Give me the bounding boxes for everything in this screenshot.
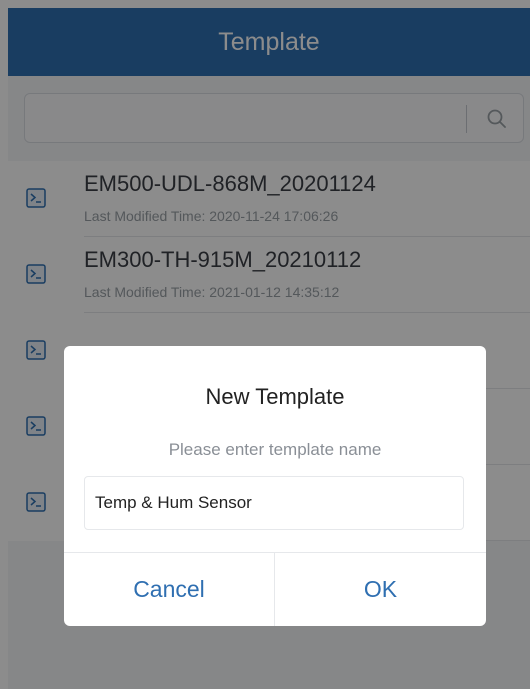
cancel-button[interactable]: Cancel bbox=[64, 553, 274, 626]
dialog-title: New Template bbox=[205, 384, 345, 409]
ok-button[interactable]: OK bbox=[275, 553, 486, 626]
new-template-dialog: New Template Please enter template name … bbox=[64, 346, 486, 626]
dialog-prompt: Please enter template name bbox=[168, 440, 382, 459]
template-name-input[interactable] bbox=[84, 476, 464, 530]
